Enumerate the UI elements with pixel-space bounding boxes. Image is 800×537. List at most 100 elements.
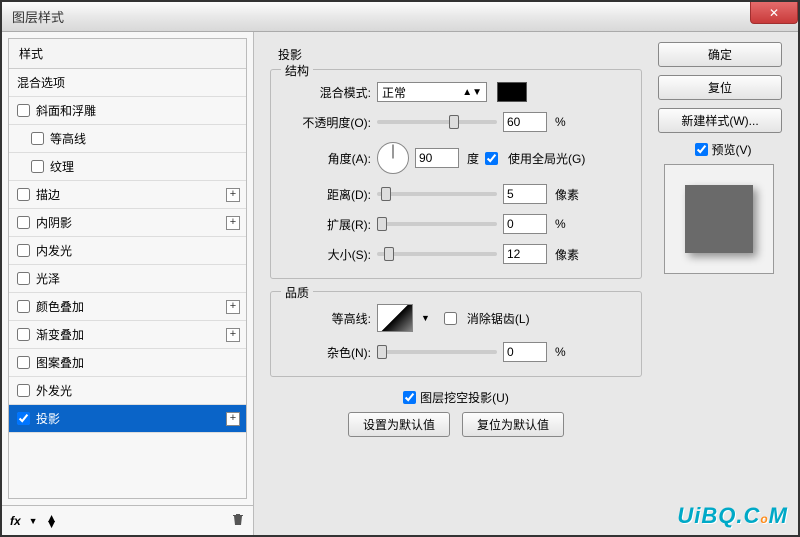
opacity-unit: % xyxy=(555,115,566,129)
structure-group: 结构 混合模式: 正常 ▲▼ 不透明度(O): % 角度(A): xyxy=(270,69,642,279)
set-default-button[interactable]: 设置为默认值 xyxy=(348,412,450,437)
style-item-label: 纹理 xyxy=(50,158,74,175)
quality-group: 品质 等高线: ▼ 消除锯齿(L) 杂色(N): % xyxy=(270,291,642,377)
style-item-checkbox[interactable] xyxy=(17,244,30,257)
knockout-label: 图层挖空投影(U) xyxy=(420,389,509,406)
panel-title: 投影 xyxy=(278,46,642,63)
fx-icon[interactable]: fx xyxy=(10,514,21,528)
close-button[interactable]: ✕ xyxy=(750,2,798,24)
contour-picker[interactable] xyxy=(377,304,413,332)
size-label: 大小(S): xyxy=(287,246,371,263)
style-item-3[interactable]: 描边 + xyxy=(9,181,246,209)
shadow-color-swatch[interactable] xyxy=(497,82,527,102)
trash-icon[interactable] xyxy=(231,512,245,529)
style-item-checkbox[interactable] xyxy=(17,356,30,369)
cancel-button[interactable]: 复位 xyxy=(658,75,782,100)
distance-input[interactable] xyxy=(503,184,547,204)
fx-dropdown-icon[interactable]: ▼ xyxy=(29,516,38,526)
size-input[interactable] xyxy=(503,244,547,264)
style-item-label: 图案叠加 xyxy=(36,354,84,371)
knockout-checkbox[interactable] xyxy=(403,391,416,404)
style-item-checkbox[interactable] xyxy=(17,412,30,425)
blend-options-item[interactable]: 混合选项 xyxy=(9,69,246,97)
window-title: 图层样式 xyxy=(12,7,64,26)
angle-dial[interactable] xyxy=(377,142,409,174)
size-slider[interactable] xyxy=(377,252,497,256)
style-item-label: 外发光 xyxy=(36,382,72,399)
style-item-4[interactable]: 内阴影 + xyxy=(9,209,246,237)
style-item-5[interactable]: 内发光 xyxy=(9,237,246,265)
sidebar-toolbar: fx ▼ ▲▼ xyxy=(2,505,253,535)
titlebar: 图层样式 ✕ xyxy=(2,2,798,32)
blend-mode-label: 混合模式: xyxy=(287,84,371,101)
style-item-label: 颜色叠加 xyxy=(36,298,84,315)
contour-label: 等高线: xyxy=(287,310,371,327)
dialog-window: 图层样式 ✕ 样式 混合选项 斜面和浮雕等高线纹理描边+内阴影+内发光光泽颜色叠… xyxy=(0,0,800,537)
style-item-8[interactable]: 渐变叠加 + xyxy=(9,321,246,349)
preview-box xyxy=(664,164,774,274)
style-item-checkbox[interactable] xyxy=(17,384,30,397)
opacity-input[interactable] xyxy=(503,112,547,132)
distance-slider[interactable] xyxy=(377,192,497,196)
angle-label: 角度(A): xyxy=(287,150,371,167)
style-item-0[interactable]: 斜面和浮雕 xyxy=(9,97,246,125)
global-light-checkbox[interactable] xyxy=(485,152,498,165)
close-icon: ✕ xyxy=(769,6,779,20)
distance-label: 距离(D): xyxy=(287,186,371,203)
global-light-label: 使用全局光(G) xyxy=(508,150,585,167)
style-item-2[interactable]: 纹理 xyxy=(9,153,246,181)
noise-unit: % xyxy=(555,345,566,359)
style-item-label: 光泽 xyxy=(36,270,60,287)
spread-unit: % xyxy=(555,217,566,231)
move-up-down-icon[interactable]: ▲▼ xyxy=(46,515,58,527)
style-item-label: 渐变叠加 xyxy=(36,326,84,343)
right-buttons: 确定 复位 新建样式(W)... 预览(V) xyxy=(658,32,798,535)
antialias-checkbox[interactable] xyxy=(444,312,457,325)
style-item-6[interactable]: 光泽 xyxy=(9,265,246,293)
noise-slider[interactable] xyxy=(377,350,497,354)
style-item-checkbox[interactable] xyxy=(17,216,30,229)
style-item-checkbox[interactable] xyxy=(31,132,44,145)
add-effect-icon[interactable]: + xyxy=(226,300,240,314)
style-item-checkbox[interactable] xyxy=(31,160,44,173)
noise-input[interactable] xyxy=(503,342,547,362)
style-item-11[interactable]: 投影 + xyxy=(9,405,246,433)
add-effect-icon[interactable]: + xyxy=(226,216,240,230)
style-item-1[interactable]: 等高线 xyxy=(9,125,246,153)
main-area: 样式 混合选项 斜面和浮雕等高线纹理描边+内阴影+内发光光泽颜色叠加+渐变叠加+… xyxy=(2,32,798,535)
opacity-slider[interactable] xyxy=(377,120,497,124)
reset-default-button[interactable]: 复位为默认值 xyxy=(462,412,564,437)
add-effect-icon[interactable]: + xyxy=(226,188,240,202)
distance-unit: 像素 xyxy=(555,186,579,203)
add-effect-icon[interactable]: + xyxy=(226,328,240,342)
style-item-label: 等高线 xyxy=(50,130,86,147)
spread-input[interactable] xyxy=(503,214,547,234)
style-item-label: 投影 xyxy=(36,410,60,427)
opacity-label: 不透明度(O): xyxy=(287,114,371,131)
angle-input[interactable] xyxy=(415,148,459,168)
style-item-checkbox[interactable] xyxy=(17,300,30,313)
contour-dropdown-icon[interactable]: ▼ xyxy=(421,313,430,323)
ok-button[interactable]: 确定 xyxy=(658,42,782,67)
style-item-checkbox[interactable] xyxy=(17,188,30,201)
angle-unit: 度 xyxy=(467,150,479,167)
add-effect-icon[interactable]: + xyxy=(226,412,240,426)
style-item-10[interactable]: 外发光 xyxy=(9,377,246,405)
preview-label: 预览(V) xyxy=(712,141,752,158)
style-item-label: 内阴影 xyxy=(36,214,72,231)
style-item-label: 描边 xyxy=(36,186,60,203)
style-item-label: 斜面和浮雕 xyxy=(36,102,96,119)
size-unit: 像素 xyxy=(555,246,579,263)
preview-checkbox[interactable] xyxy=(695,143,708,156)
new-style-button[interactable]: 新建样式(W)... xyxy=(658,108,782,133)
blend-mode-select[interactable]: 正常 ▲▼ xyxy=(377,82,487,102)
style-item-9[interactable]: 图案叠加 xyxy=(9,349,246,377)
spread-slider[interactable] xyxy=(377,222,497,226)
style-item-checkbox[interactable] xyxy=(17,328,30,341)
antialias-label: 消除锯齿(L) xyxy=(467,310,530,327)
sidebar: 样式 混合选项 斜面和浮雕等高线纹理描边+内阴影+内发光光泽颜色叠加+渐变叠加+… xyxy=(2,32,254,535)
style-item-checkbox[interactable] xyxy=(17,104,30,117)
style-item-checkbox[interactable] xyxy=(17,272,30,285)
preview-swatch xyxy=(685,185,753,253)
style-item-7[interactable]: 颜色叠加 + xyxy=(9,293,246,321)
